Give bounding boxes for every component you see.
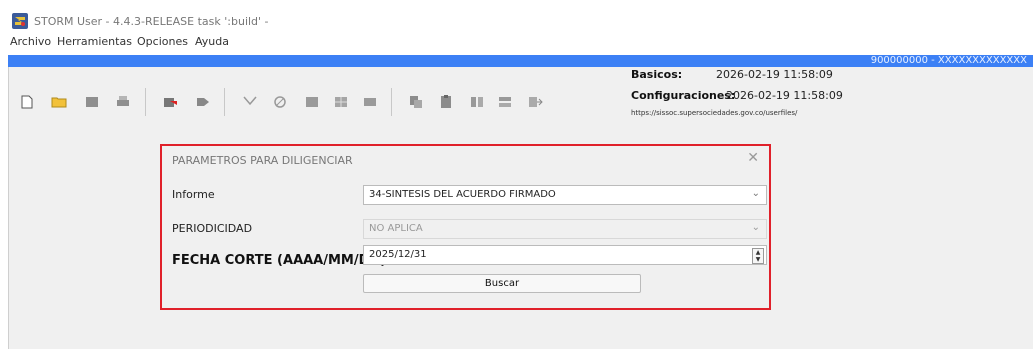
copy-icon[interactable] [408,95,424,109]
export-icon[interactable] [527,95,543,109]
grid-icon[interactable] [333,95,349,109]
chevron-down-icon: ⌄ [751,188,760,199]
menu-herramientas[interactable]: Herramientas [57,35,132,48]
save-icon[interactable] [84,95,100,109]
configuraciones-label: Configuraciones: [631,89,736,102]
informe-select[interactable]: 34-SINTESIS DEL ACUERDO FIRMADO ⌄ [363,185,767,205]
block-icon[interactable] [362,95,378,109]
open-folder-icon[interactable] [51,95,67,109]
fecha-corte-value: 2025/12/31 [369,249,427,260]
validate-icon[interactable] [272,95,288,109]
buscar-button[interactable]: Buscar [363,274,641,293]
toolbar-separator [391,88,392,116]
paste-icon[interactable] [438,95,454,109]
menu-bar: Archivo Herramientas Opciones Ayuda [0,33,1033,51]
menu-archivo[interactable]: Archivo [10,35,51,48]
informe-label: Informe [172,188,215,201]
periodicidad-label: PERIODICIDAD [172,222,253,235]
fecha-corte-label: FECHA CORTE (AAAA/MM/DD) [172,253,387,268]
toolbar-separator [145,88,146,116]
basicos-value: 2026-02-19 11:58:09 [716,68,833,81]
window-title: STORM User - 4.4.3-RELEASE task ':build'… [34,15,269,28]
split-icon[interactable] [497,95,513,109]
dialog-title: PARAMETROS PARA DILIGENCIAR [172,154,353,167]
periodicidad-value: NO APLICA [369,223,423,234]
spinner-arrows-icon[interactable]: ▲ ▼ [752,248,764,264]
userfiles-url[interactable]: https://sissoc.supersociedades.gov.co/us… [631,109,797,117]
merge-icon[interactable] [469,95,485,109]
fecha-corte-field[interactable]: 2025/12/31 ▲ ▼ [363,245,767,265]
table-icon[interactable] [304,95,320,109]
informe-value: 34-SINTESIS DEL ACUERDO FIRMADO [369,189,556,200]
configuraciones-value: 2026-02-19 11:58:09 [726,89,843,102]
toolbar-separator [224,88,225,116]
user-label: 900000000 - XXXXXXXXXXXXX [870,55,1027,66]
menu-ayuda[interactable]: Ayuda [195,35,229,48]
filter-icon[interactable] [242,95,258,109]
forward-icon[interactable] [195,95,211,109]
import-icon[interactable] [162,95,178,109]
menu-opciones[interactable]: Opciones [137,35,188,48]
periodicidad-select: NO APLICA ⌄ [363,219,767,239]
close-icon[interactable]: ✕ [747,150,759,166]
parametros-dialog: PARAMETROS PARA DILIGENCIAR ✕ Informe 34… [160,144,771,310]
user-bar: 900000000 - XXXXXXXXXXXXX [8,55,1033,67]
new-document-icon[interactable] [19,95,35,109]
title-bar: STORM User - 4.4.3-RELEASE task ':build'… [0,0,1033,32]
basicos-label: Basicos: [631,68,683,81]
storm-app-icon [12,13,28,29]
print-icon[interactable] [115,95,131,109]
chevron-down-icon: ⌄ [751,222,760,233]
